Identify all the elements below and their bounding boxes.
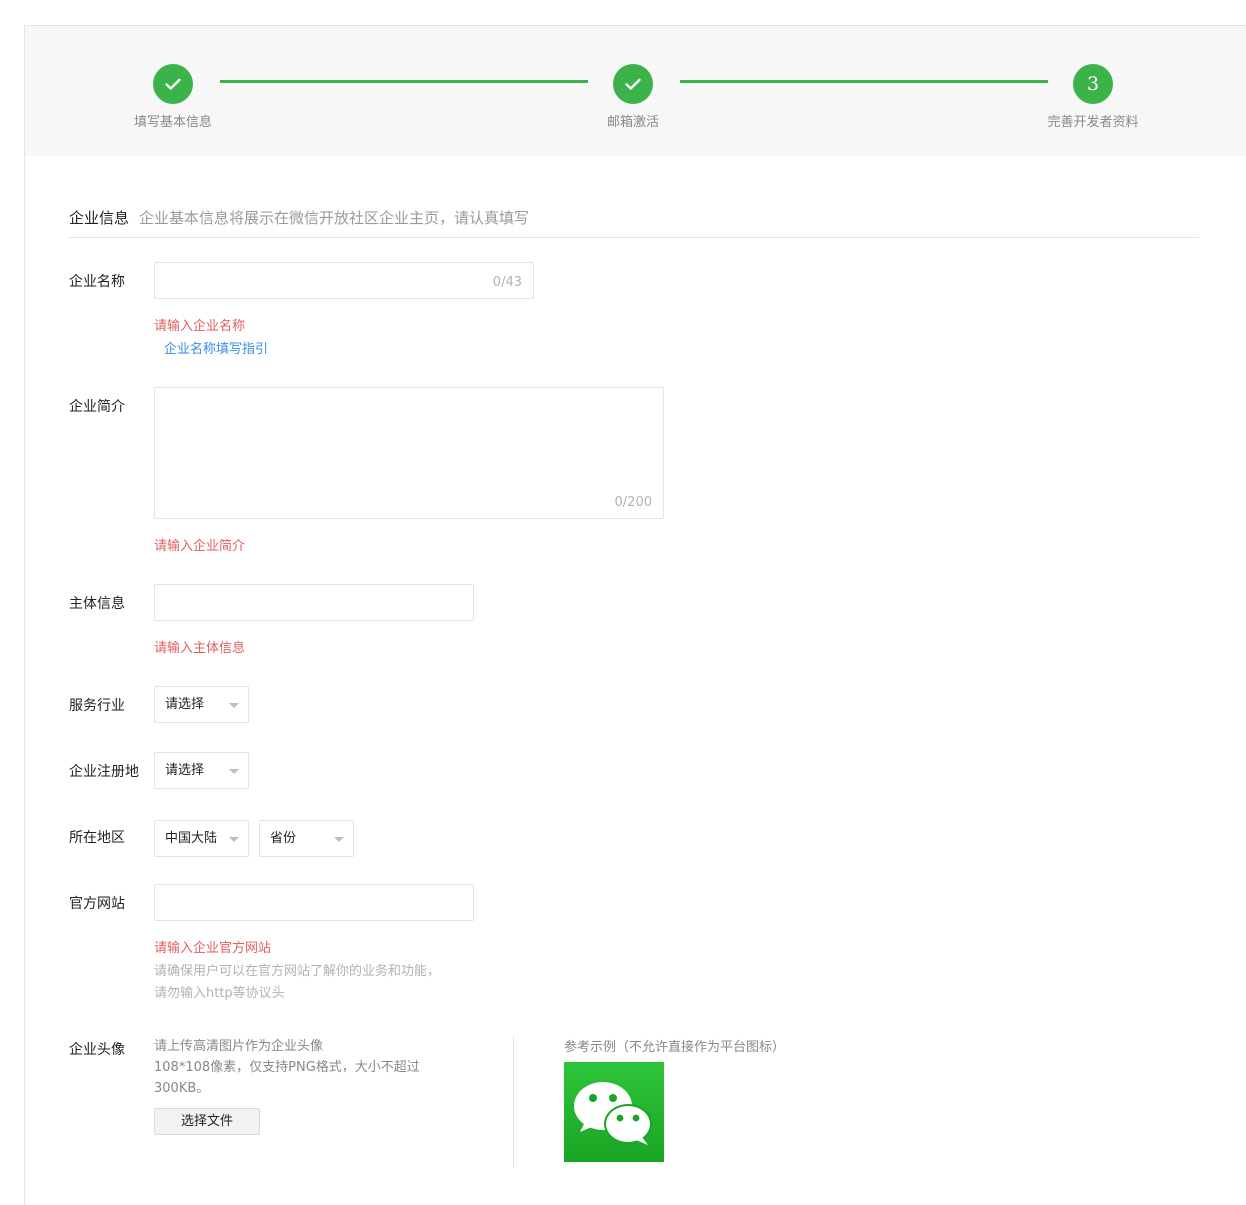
select-value: 中国大陆 (165, 831, 218, 846)
region-label: 所在地区 (69, 830, 125, 846)
caret-down-icon (229, 837, 239, 842)
avatar-hint: 请上传高清图片作为企业头像 108*108像素，仅支持PNG格式，大小不超过 3… (154, 1036, 454, 1099)
entity-info-error: 请输入主体信息 (154, 641, 246, 656)
char-counter: 0/43 (492, 275, 522, 290)
section-title: 企业信息 (69, 209, 130, 227)
hint-line: 300KB。 (154, 1081, 210, 1096)
step-number-circle: 3 (1073, 64, 1113, 104)
step-label: 填写基本信息 (133, 115, 212, 130)
hint-line: 请上传高清图片作为企业头像 (154, 1039, 324, 1054)
company-intro-textarea[interactable]: 0/200 (154, 387, 664, 519)
website-hint: 请确保用户可以在官方网站了解你的业务和功能， 请勿输入http等协议头 (154, 961, 440, 1005)
hint-line: 108*108像素，仅支持PNG格式，大小不超过 (154, 1060, 420, 1075)
company-name-guide-link[interactable]: 企业名称填写指引 (164, 338, 268, 357)
step-label: 邮箱激活 (606, 115, 659, 130)
reference-example-label: 参考示例（不允许直接作为平台图标） (564, 1040, 786, 1055)
industry-label: 服务行业 (69, 698, 125, 714)
reg-place-select[interactable]: 请选择 (154, 752, 249, 789)
hint-line: 请勿输入http等协议头 (154, 986, 285, 1001)
step-label: 完善开发者资料 (1047, 115, 1139, 130)
entity-info-input[interactable] (154, 584, 474, 621)
company-name-label: 企业名称 (69, 274, 125, 290)
progress-steps: 填写基本信息 邮箱激活 3 完善开发者资料 (25, 26, 1246, 156)
province-select[interactable]: 省份 (259, 820, 354, 857)
select-value: 请选择 (165, 697, 205, 712)
select-value: 请选择 (165, 763, 205, 778)
caret-down-icon (334, 837, 344, 842)
divider (513, 1036, 514, 1168)
caret-down-icon (229, 769, 239, 774)
website-label: 官方网站 (69, 896, 125, 912)
company-intro-label: 企业简介 (69, 399, 125, 415)
step-connector-2 (680, 80, 1048, 83)
step-done-circle (153, 64, 193, 104)
company-name-input[interactable]: 0/43 (154, 262, 534, 299)
caret-down-icon (229, 703, 239, 708)
char-counter: 0/200 (614, 495, 652, 510)
section-description: 企业基本信息将展示在微信开放社区企业主页，请认真填写 (139, 209, 530, 227)
step-done-circle (613, 64, 653, 104)
wechat-logo-icon (564, 1062, 664, 1162)
step-email-activation: 邮箱激活 (553, 64, 713, 130)
country-select[interactable]: 中国大陆 (154, 820, 249, 857)
industry-select[interactable]: 请选择 (154, 686, 249, 723)
step-basic-info: 填写基本信息 (93, 64, 253, 130)
step-complete-profile: 3 完善开发者资料 (1013, 64, 1173, 130)
check-icon (165, 78, 181, 90)
hint-line: 请确保用户可以在官方网站了解你的业务和功能， (154, 964, 441, 979)
reg-place-label: 企业注册地 (69, 764, 139, 780)
step-connector-1 (220, 80, 588, 83)
entity-info-label: 主体信息 (69, 596, 125, 612)
section-header: 企业信息 企业基本信息将展示在微信开放社区企业主页，请认真填写 (69, 207, 1199, 238)
choose-file-button[interactable]: 选择文件 (154, 1108, 260, 1135)
website-input[interactable] (154, 884, 474, 921)
company-intro-error: 请输入企业简介 (154, 539, 246, 554)
company-name-error: 请输入企业名称 (154, 319, 246, 334)
developer-profile-card: 填写基本信息 邮箱激活 3 完善开发者资料 企业信息 企业基本信息将展示在微信开放… (24, 25, 1246, 1205)
select-value: 省份 (270, 831, 297, 846)
website-error: 请输入企业官方网站 (154, 941, 272, 956)
check-icon (625, 78, 641, 90)
avatar-label: 企业头像 (69, 1042, 125, 1058)
